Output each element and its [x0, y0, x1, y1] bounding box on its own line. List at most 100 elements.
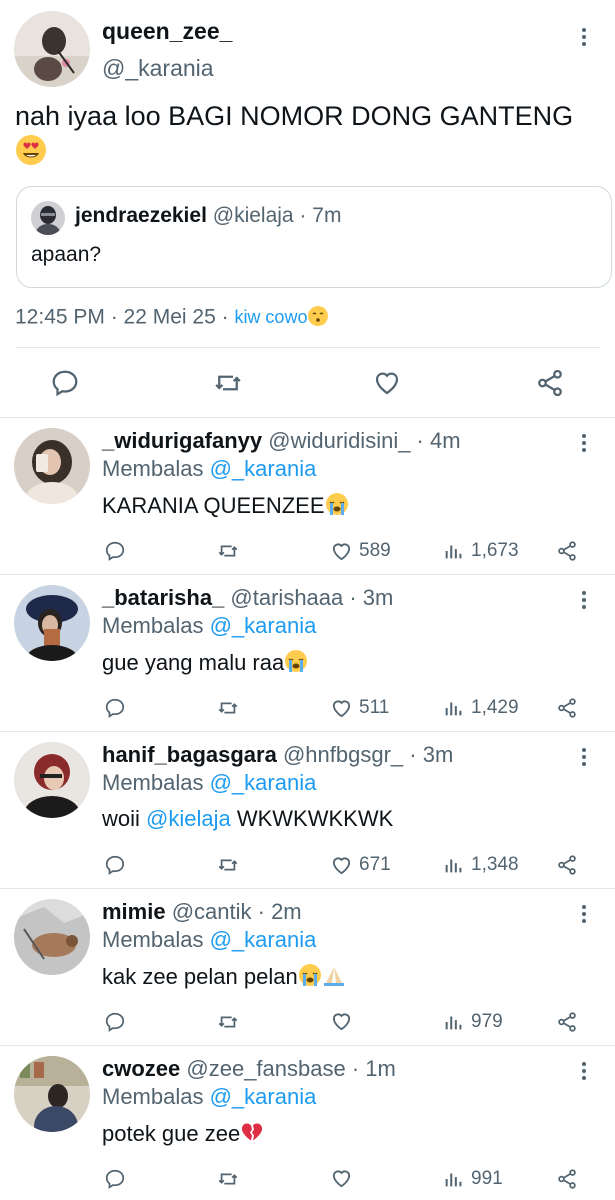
view-count: 991 [471, 1168, 503, 1189]
more-options-icon[interactable] [574, 428, 594, 458]
reply-tweet[interactable]: hanif_bagasgara @hnfbgsgr_ · 3m Membalas… [0, 732, 615, 889]
tweet-text: nah iyaa loo BAGI NOMOR DONG GANTENG [15, 98, 610, 175]
replying-mention[interactable]: @_karania [210, 927, 317, 952]
more-options-icon[interactable] [574, 22, 594, 52]
views-button[interactable]: 991 [443, 1167, 503, 1191]
quoted-text: apaan? [31, 243, 102, 266]
retweet-button[interactable] [217, 1168, 239, 1190]
reply-button[interactable] [104, 697, 126, 719]
replying-mention[interactable]: @_karania [210, 1084, 317, 1109]
reply-text-content: kak zee pelan pelan [102, 963, 298, 989]
avatar[interactable] [14, 428, 90, 504]
like-icon[interactable] [372, 368, 402, 398]
like-icon [332, 1170, 351, 1188]
author-name[interactable]: cwozee [102, 1056, 180, 1081]
avatar[interactable] [14, 742, 90, 818]
reply-icon[interactable] [50, 368, 80, 398]
replying-mention[interactable]: @_karania [210, 456, 317, 481]
retweet-button[interactable] [217, 1011, 239, 1033]
retweet-icon[interactable] [213, 368, 243, 398]
handle-time: @zee_fansbase · 1m [186, 1056, 396, 1081]
author-name[interactable]: mimie [102, 899, 166, 924]
share-button[interactable] [556, 697, 578, 719]
next-reply-peek [0, 1194, 615, 1200]
reply-text-mention[interactable]: @kielaja [146, 806, 231, 831]
share-button[interactable] [556, 1168, 578, 1190]
reply-tweet[interactable]: mimie @cantik · 2m Membalas @_karania ka… [0, 889, 615, 1046]
like-button[interactable]: 671 [330, 853, 391, 877]
reply-tweet[interactable]: _batarisha_ @tarishaaa · 3m Membalas @_k… [0, 575, 615, 732]
reply-actions: 979 [0, 1009, 615, 1039]
quoted-avatar[interactable] [31, 201, 65, 235]
heart-eyes-emoji-icon [15, 134, 47, 175]
reply-actions: 511 1,429 [0, 695, 615, 725]
views-button[interactable]: 1,348 [443, 853, 519, 877]
more-options-icon[interactable] [574, 742, 594, 772]
tweet-timestamp: 12:45 PM · 22 Mei 25 · kiw cowo [15, 305, 329, 332]
quoted-tweet[interactable]: jendraezekiel @kielaja · 7m apaan? [16, 186, 612, 288]
like-count: 589 [359, 540, 391, 561]
author-name[interactable]: queen_zee_ [102, 18, 232, 45]
share-icon [558, 1012, 576, 1032]
avatar[interactable] [14, 1056, 90, 1132]
reply-button[interactable] [104, 1011, 126, 1033]
like-button[interactable] [330, 1010, 359, 1033]
reply-tweet[interactable]: cwozee @zee_fansbase · 1m Membalas @_kar… [0, 1046, 615, 1200]
author-name[interactable]: _widurigafanyy [102, 428, 262, 453]
more-options-icon[interactable] [574, 585, 594, 615]
quoted-author-name[interactable]: jendraezekiel [75, 204, 207, 227]
reply-text: kak zee pelan pelan [102, 963, 346, 993]
more-options-icon[interactable] [574, 1056, 594, 1086]
reply-tweet[interactable]: _widurigafanyy @widuridisini_ · 4m Memba… [0, 418, 615, 575]
share-button[interactable] [556, 540, 578, 562]
retweet-button[interactable] [217, 540, 239, 562]
views-button[interactable]: 1,429 [443, 696, 519, 720]
like-button[interactable]: 511 [330, 696, 389, 720]
reply-actions: 589 1,673 [0, 538, 615, 568]
author-handle[interactable]: @_karania [102, 55, 214, 82]
share-button[interactable] [556, 854, 578, 876]
replying-mention[interactable]: @_karania [210, 613, 317, 638]
avatar[interactable] [14, 11, 90, 87]
retweet-icon [218, 1016, 238, 1028]
reply-header: _widurigafanyy @widuridisini_ · 4m [102, 428, 461, 454]
replying-to: Membalas @_karania [102, 613, 316, 639]
reply-button[interactable] [104, 540, 126, 562]
more-options-icon[interactable] [574, 899, 594, 929]
handle-time: @cantik · 2m [171, 899, 302, 924]
reply-text-content: potek gue zee [102, 1120, 241, 1146]
share-icon [558, 698, 576, 718]
loudly-crying-emoji-icon [284, 649, 308, 679]
quoted-handle-time: @kielaja · 7m [212, 204, 342, 227]
source-text[interactable]: kiw cowo [234, 307, 307, 327]
retweet-button[interactable] [217, 854, 239, 876]
share-button[interactable] [556, 1011, 578, 1033]
view-count: 1,348 [471, 854, 519, 875]
share-icon[interactable] [535, 368, 565, 398]
reply-button[interactable] [104, 1168, 126, 1190]
author-name[interactable]: hanif_bagasgara [102, 742, 277, 767]
quoted-header: jendraezekiel @kielaja · 7m [75, 204, 341, 228]
retweet-button[interactable] [217, 697, 239, 719]
views-button[interactable]: 1,673 [443, 539, 519, 563]
views-icon [445, 545, 462, 559]
avatar[interactable] [14, 585, 90, 661]
reply-button[interactable] [104, 854, 126, 876]
avatar[interactable] [14, 899, 90, 975]
replying-to: Membalas @_karania [102, 770, 316, 796]
author-name[interactable]: _batarisha_ [102, 585, 224, 610]
reply-text: gue yang malu raa [102, 649, 308, 679]
replying-prefix: Membalas [102, 1084, 210, 1109]
like-button[interactable]: 589 [330, 539, 391, 563]
folded-hands-emoji-icon [322, 963, 346, 993]
like-button[interactable] [330, 1167, 359, 1190]
main-tweet: queen_zee_ @_karania nah iyaa loo BAGI N… [0, 0, 615, 418]
reply-icon [105, 1012, 125, 1032]
views-icon [445, 1016, 462, 1030]
retweet-icon [218, 1173, 238, 1185]
replying-mention[interactable]: @_karania [210, 770, 317, 795]
tweet-source[interactable]: kiw cowo [234, 306, 329, 327]
views-button[interactable]: 979 [443, 1010, 503, 1034]
view-count: 979 [471, 1011, 503, 1032]
handle-time: @widuridisini_ · 4m [268, 428, 461, 453]
